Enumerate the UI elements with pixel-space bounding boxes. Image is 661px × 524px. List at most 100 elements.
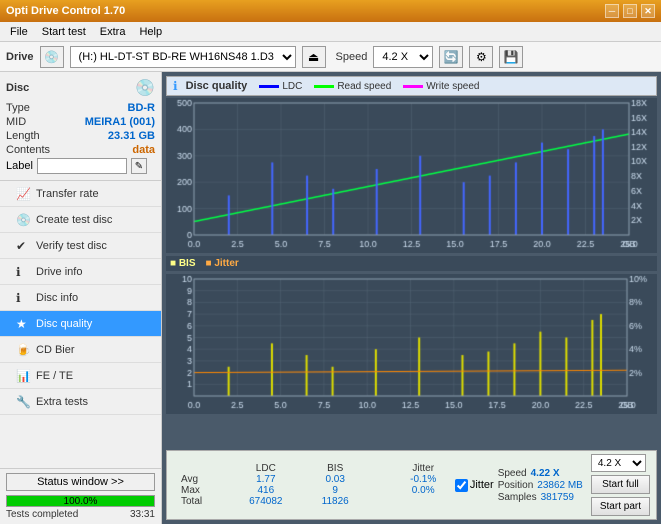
progress-text: 100.0% xyxy=(7,496,154,508)
nav-verify-test-disc[interactable]: ✔ Verify test disc xyxy=(0,233,161,259)
disc-length-value: 23.31 GB xyxy=(108,130,155,142)
minimize-button[interactable]: ─ xyxy=(605,4,619,18)
total-ldc-value: 674082 xyxy=(229,496,303,507)
samples-row-value: 381759 xyxy=(541,492,574,503)
avg-ldc-value: 1.77 xyxy=(229,474,303,485)
total-label: Total xyxy=(173,496,229,507)
speed-position-block: Speed 4.22 X Position 23862 MB Samples 3… xyxy=(498,468,583,503)
jitter-legend-label: ■ Jitter xyxy=(206,258,239,269)
nav-disc-info-label: Disc info xyxy=(36,292,78,304)
create-test-disc-icon: 💿 xyxy=(16,213,32,227)
disc-length-row: Length 23.31 GB xyxy=(6,130,155,142)
extra-tests-icon: 🔧 xyxy=(16,395,32,409)
refresh-button[interactable]: 🔄 xyxy=(439,46,463,68)
avg-jitter-value: -0.1% xyxy=(392,474,455,485)
close-button[interactable]: ✕ xyxy=(641,4,655,18)
legend-ldc-label: LDC xyxy=(282,81,302,92)
speed-dropdown-select[interactable]: 4.2 X xyxy=(591,454,646,472)
nav-drive-info[interactable]: ℹ Drive info xyxy=(0,259,161,285)
right-panel: ℹ Disc quality LDC Read speed Write spee… xyxy=(162,72,661,524)
nav-menu: 📈 Transfer rate 💿 Create test disc ✔ Ver… xyxy=(0,181,161,468)
nav-disc-quality-label: Disc quality xyxy=(36,318,92,330)
status-time: 33:31 xyxy=(130,509,155,520)
top-chart xyxy=(166,98,657,253)
legend-ldc-color xyxy=(259,85,279,88)
nav-extra-tests[interactable]: 🔧 Extra tests xyxy=(0,389,161,415)
toolbar: Drive 💿 (H:) HL-DT-ST BD-RE WH16NS48 1.D… xyxy=(0,42,661,72)
cd-bier-icon: 🍺 xyxy=(16,343,32,357)
disc-section-title: Disc xyxy=(6,82,29,94)
chart-legend: LDC Read speed Write speed xyxy=(259,81,479,92)
start-full-button[interactable]: Start full xyxy=(591,475,650,494)
verify-test-disc-icon: ✔ xyxy=(16,239,32,253)
position-row-value: 23862 MB xyxy=(537,480,583,491)
nav-cd-bier[interactable]: 🍺 CD Bier xyxy=(0,337,161,363)
speed-select[interactable]: 4.2 X xyxy=(373,46,433,68)
menu-file[interactable]: File xyxy=(4,24,34,40)
jitter-checkbox[interactable] xyxy=(455,479,468,492)
right-buttons: 4.2 X Start full Start part xyxy=(591,454,650,516)
left-panel: Disc 💿 Type BD-R MID MEIRA1 (001) Length… xyxy=(0,72,162,524)
disc-header: Disc 💿 xyxy=(6,78,155,98)
disc-mid-row: MID MEIRA1 (001) xyxy=(6,116,155,128)
disc-mid-label: MID xyxy=(6,116,26,128)
samples-row-label: Samples xyxy=(498,492,537,503)
nav-drive-info-label: Drive info xyxy=(36,266,82,278)
chart-title-bar: ℹ Disc quality LDC Read speed Write spee… xyxy=(166,76,657,96)
eject-button[interactable]: ⏏ xyxy=(302,46,326,68)
nav-disc-quality[interactable]: ★ Disc quality xyxy=(0,311,161,337)
disc-quality-icon: ★ xyxy=(16,317,32,331)
nav-fe-te-label: FE / TE xyxy=(36,370,73,382)
save-button[interactable]: 💾 xyxy=(499,46,523,68)
drive-icon-button[interactable]: 💿 xyxy=(40,46,64,68)
drive-info-icon: ℹ xyxy=(16,265,32,279)
position-row: Position 23862 MB xyxy=(498,480,583,491)
nav-disc-info[interactable]: ℹ Disc info xyxy=(0,285,161,311)
menu-help[interactable]: Help xyxy=(133,24,168,40)
legend-read-label: Read speed xyxy=(337,81,391,92)
maximize-button[interactable]: □ xyxy=(623,4,637,18)
disc-contents-label: Contents xyxy=(6,144,50,156)
title-controls: ─ □ ✕ xyxy=(605,4,655,18)
chart-title-icon: ℹ xyxy=(173,79,178,93)
nav-transfer-rate-label: Transfer rate xyxy=(36,188,99,200)
bottom-chart xyxy=(166,274,657,414)
speed-row-value: 4.22 X xyxy=(531,468,560,479)
disc-label-input[interactable] xyxy=(37,158,127,174)
disc-label-text: Label xyxy=(6,160,33,172)
legend-write-color xyxy=(403,85,423,88)
disc-section: Disc 💿 Type BD-R MID MEIRA1 (001) Length… xyxy=(0,72,161,181)
chart-container: ■ BIS ■ Jitter xyxy=(166,98,657,450)
speed-row-label: Speed xyxy=(498,468,527,479)
max-ldc-value: 416 xyxy=(229,485,303,496)
legend-write-label: Write speed xyxy=(426,81,479,92)
speed-row: Speed 4.22 X xyxy=(498,468,583,479)
col-ldc-header: LDC xyxy=(229,463,303,474)
status-text: Tests completed xyxy=(6,509,78,520)
nav-create-test-disc[interactable]: 💿 Create test disc xyxy=(0,207,161,233)
legend-read-speed: Read speed xyxy=(314,81,391,92)
drive-select[interactable]: (H:) HL-DT-ST BD-RE WH16NS48 1.D3 xyxy=(70,46,296,68)
position-row-label: Position xyxy=(498,480,534,491)
avg-label: Avg xyxy=(173,474,229,485)
legend-ldc: LDC xyxy=(259,81,302,92)
nav-fe-te[interactable]: 📊 FE / TE xyxy=(0,363,161,389)
start-part-button[interactable]: Start part xyxy=(591,497,650,516)
stats-bar: LDC BIS Jitter Avg 1.77 0.03 -0.1% Max 4… xyxy=(166,450,657,520)
status-section: Status window >> 100.0% Tests completed … xyxy=(0,468,161,524)
nav-create-test-disc-label: Create test disc xyxy=(36,214,112,226)
total-bis-value: 11826 xyxy=(303,496,368,507)
max-bis-value: 9 xyxy=(303,485,368,496)
app-title: Opti Drive Control 1.70 xyxy=(6,5,125,17)
nav-transfer-rate[interactable]: 📈 Transfer rate xyxy=(0,181,161,207)
disc-length-label: Length xyxy=(6,130,40,142)
disc-label-row: Label ✎ xyxy=(6,158,155,174)
title-bar: Opti Drive Control 1.70 ─ □ ✕ xyxy=(0,0,661,22)
menu-extra[interactable]: Extra xyxy=(94,24,132,40)
legend-write-speed: Write speed xyxy=(403,81,479,92)
settings-button[interactable]: ⚙ xyxy=(469,46,493,68)
menu-start-test[interactable]: Start test xyxy=(36,24,92,40)
status-window-button[interactable]: Status window >> xyxy=(6,473,155,491)
disc-label-edit-button[interactable]: ✎ xyxy=(131,158,147,174)
jitter-checkbox-label: Jitter xyxy=(470,479,494,491)
